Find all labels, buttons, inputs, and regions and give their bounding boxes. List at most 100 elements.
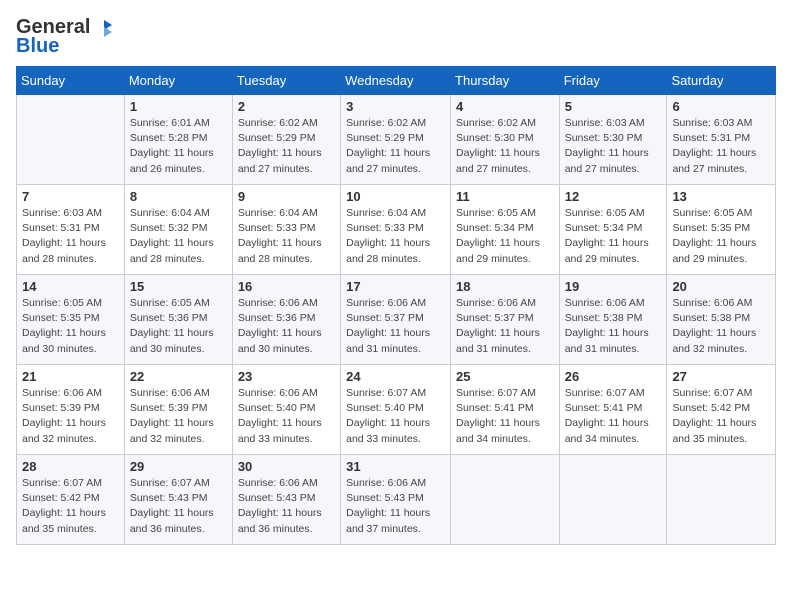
calendar-cell: 6Sunrise: 6:03 AM Sunset: 5:31 PM Daylig… <box>667 95 776 185</box>
calendar-cell: 9 Sunrise: 6:04 AM Sunset: 5:33 PM Daylig… <box>232 185 340 275</box>
day-number: 10 <box>346 189 445 204</box>
calendar-cell <box>17 95 125 185</box>
day-number: 23 <box>238 369 335 384</box>
day-info: Sunrise: 6:06 AM Sunset: 5:43 PM Dayligh… <box>346 476 445 537</box>
day-header-saturday: Saturday <box>667 67 776 95</box>
day-info: Sunrise: 6:06 AM Sunset: 5:38 PM Dayligh… <box>565 296 662 357</box>
day-header-tuesday: Tuesday <box>232 67 340 95</box>
day-number: 9 <box>238 189 335 204</box>
day-number: 31 <box>346 459 445 474</box>
header-row: SundayMondayTuesdayWednesdayThursdayFrid… <box>17 67 776 95</box>
day-info: Sunrise: 6:06 AM Sunset: 5:39 PM Dayligh… <box>22 386 119 447</box>
week-row-3: 14 Sunrise: 6:05 AM Sunset: 5:35 PM Dayli… <box>17 275 776 365</box>
calendar-table: SundayMondayTuesdayWednesdayThursdayFrid… <box>16 66 776 545</box>
calendar-cell <box>667 455 776 545</box>
day-number: 28 <box>22 459 119 474</box>
day-info: Sunrise: 6:02 AM Sunset: 5:29 PM Dayligh… <box>346 116 445 177</box>
week-row-4: 21 Sunrise: 6:06 AM Sunset: 5:39 PM Dayli… <box>17 365 776 455</box>
logo: General Blue <box>16 16 114 58</box>
calendar-cell: 31 Sunrise: 6:06 AM Sunset: 5:43 PM Dayli… <box>341 455 451 545</box>
day-info: Sunrise: 6:06 AM Sunset: 5:36 PM Dayligh… <box>238 296 335 357</box>
day-header-wednesday: Wednesday <box>341 67 451 95</box>
calendar-cell: 22 Sunrise: 6:06 AM Sunset: 5:39 PM Dayli… <box>124 365 232 455</box>
calendar-cell: 21 Sunrise: 6:06 AM Sunset: 5:39 PM Dayli… <box>17 365 125 455</box>
calendar-cell: 1 Sunrise: 6:01 AM Sunset: 5:28 PM Daylig… <box>124 95 232 185</box>
day-number: 30 <box>238 459 335 474</box>
day-number: 3 <box>346 99 445 114</box>
day-number: 14 <box>22 279 119 294</box>
week-row-2: 7 Sunrise: 6:03 AM Sunset: 5:31 PM Daylig… <box>17 185 776 275</box>
calendar-cell: 5 Sunrise: 6:03 AM Sunset: 5:30 PM Daylig… <box>559 95 667 185</box>
calendar-cell: 18 Sunrise: 6:06 AM Sunset: 5:37 PM Dayli… <box>451 275 560 365</box>
day-info: Sunrise: 6:07 AM Sunset: 5:40 PM Dayligh… <box>346 386 445 447</box>
calendar-cell: 7 Sunrise: 6:03 AM Sunset: 5:31 PM Daylig… <box>17 185 125 275</box>
day-info: Sunrise: 6:02 AM Sunset: 5:29 PM Dayligh… <box>238 116 335 177</box>
day-info: Sunrise: 6:04 AM Sunset: 5:33 PM Dayligh… <box>346 206 445 267</box>
day-number: 25 <box>456 369 554 384</box>
day-number: 26 <box>565 369 662 384</box>
day-info: Sunrise: 6:04 AM Sunset: 5:33 PM Dayligh… <box>238 206 335 267</box>
day-number: 6 <box>672 99 770 114</box>
calendar-cell: 4 Sunrise: 6:02 AM Sunset: 5:30 PM Daylig… <box>451 95 560 185</box>
day-info: Sunrise: 6:05 AM Sunset: 5:35 PM Dayligh… <box>22 296 119 357</box>
day-number: 1 <box>130 99 227 114</box>
calendar-cell: 16 Sunrise: 6:06 AM Sunset: 5:36 PM Dayli… <box>232 275 340 365</box>
day-info: Sunrise: 6:01 AM Sunset: 5:28 PM Dayligh… <box>130 116 227 177</box>
calendar-cell: 13 Sunrise: 6:05 AM Sunset: 5:35 PM Dayli… <box>667 185 776 275</box>
calendar-cell: 17Sunrise: 6:06 AM Sunset: 5:37 PM Dayli… <box>341 275 451 365</box>
page-header: General Blue <box>16 16 776 58</box>
day-info: Sunrise: 6:07 AM Sunset: 5:42 PM Dayligh… <box>22 476 119 537</box>
day-info: Sunrise: 6:06 AM Sunset: 5:43 PM Dayligh… <box>238 476 335 537</box>
calendar-cell: 14 Sunrise: 6:05 AM Sunset: 5:35 PM Dayli… <box>17 275 125 365</box>
day-number: 18 <box>456 279 554 294</box>
day-number: 21 <box>22 369 119 384</box>
day-number: 13 <box>672 189 770 204</box>
day-number: 11 <box>456 189 554 204</box>
day-info: Sunrise: 6:05 AM Sunset: 5:35 PM Dayligh… <box>672 206 770 267</box>
calendar-cell: 12Sunrise: 6:05 AM Sunset: 5:34 PM Dayli… <box>559 185 667 275</box>
calendar-cell: 24 Sunrise: 6:07 AM Sunset: 5:40 PM Dayli… <box>341 365 451 455</box>
day-header-monday: Monday <box>124 67 232 95</box>
day-number: 4 <box>456 99 554 114</box>
week-row-1: 1 Sunrise: 6:01 AM Sunset: 5:28 PM Daylig… <box>17 95 776 185</box>
day-info: Sunrise: 6:06 AM Sunset: 5:39 PM Dayligh… <box>130 386 227 447</box>
day-number: 20 <box>672 279 770 294</box>
day-number: 8 <box>130 189 227 204</box>
day-info: Sunrise: 6:03 AM Sunset: 5:30 PM Dayligh… <box>565 116 662 177</box>
day-number: 19 <box>565 279 662 294</box>
day-info: Sunrise: 6:07 AM Sunset: 5:41 PM Dayligh… <box>565 386 662 447</box>
day-info: Sunrise: 6:06 AM Sunset: 5:37 PM Dayligh… <box>456 296 554 357</box>
calendar-cell: 8Sunrise: 6:04 AM Sunset: 5:32 PM Daylig… <box>124 185 232 275</box>
calendar-cell: 2Sunrise: 6:02 AM Sunset: 5:29 PM Daylig… <box>232 95 340 185</box>
day-number: 7 <box>22 189 119 204</box>
day-info: Sunrise: 6:07 AM Sunset: 5:42 PM Dayligh… <box>672 386 770 447</box>
calendar-cell <box>451 455 560 545</box>
logo-text: General Blue <box>16 16 114 58</box>
day-number: 22 <box>130 369 227 384</box>
calendar-cell: 29Sunrise: 6:07 AM Sunset: 5:43 PM Dayli… <box>124 455 232 545</box>
day-number: 27 <box>672 369 770 384</box>
calendar-cell: 27 Sunrise: 6:07 AM Sunset: 5:42 PM Dayli… <box>667 365 776 455</box>
calendar-cell: 3 Sunrise: 6:02 AM Sunset: 5:29 PM Daylig… <box>341 95 451 185</box>
day-number: 16 <box>238 279 335 294</box>
calendar-cell: 10 Sunrise: 6:04 AM Sunset: 5:33 PM Dayli… <box>341 185 451 275</box>
day-info: Sunrise: 6:07 AM Sunset: 5:41 PM Dayligh… <box>456 386 554 447</box>
calendar-cell: 25 Sunrise: 6:07 AM Sunset: 5:41 PM Dayli… <box>451 365 560 455</box>
day-header-friday: Friday <box>559 67 667 95</box>
day-info: Sunrise: 6:06 AM Sunset: 5:38 PM Dayligh… <box>672 296 770 357</box>
day-info: Sunrise: 6:02 AM Sunset: 5:30 PM Dayligh… <box>456 116 554 177</box>
day-info: Sunrise: 6:03 AM Sunset: 5:31 PM Dayligh… <box>22 206 119 267</box>
calendar-cell: 11 Sunrise: 6:05 AM Sunset: 5:34 PM Dayli… <box>451 185 560 275</box>
logo-flag-icon <box>92 17 114 39</box>
day-number: 5 <box>565 99 662 114</box>
calendar-cell: 28 Sunrise: 6:07 AM Sunset: 5:42 PM Dayli… <box>17 455 125 545</box>
day-number: 29 <box>130 459 227 474</box>
day-header-thursday: Thursday <box>451 67 560 95</box>
day-info: Sunrise: 6:06 AM Sunset: 5:37 PM Dayligh… <box>346 296 445 357</box>
day-number: 24 <box>346 369 445 384</box>
day-number: 12 <box>565 189 662 204</box>
week-row-5: 28 Sunrise: 6:07 AM Sunset: 5:42 PM Dayli… <box>17 455 776 545</box>
calendar-cell: 30 Sunrise: 6:06 AM Sunset: 5:43 PM Dayli… <box>232 455 340 545</box>
calendar-cell: 15Sunrise: 6:05 AM Sunset: 5:36 PM Dayli… <box>124 275 232 365</box>
day-info: Sunrise: 6:05 AM Sunset: 5:34 PM Dayligh… <box>456 206 554 267</box>
